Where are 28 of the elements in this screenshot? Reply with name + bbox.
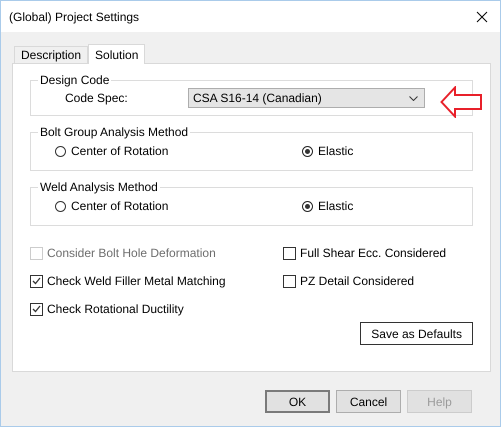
checkbox[interactable]: PZ Detail Considered [283, 274, 473, 288]
checkbox[interactable]: Check Rotational Ductility [30, 302, 283, 316]
dialog-button[interactable]: OK [265, 390, 330, 413]
group-title: Weld Analysis Method [39, 180, 159, 194]
radio-button[interactable] [55, 146, 66, 156]
arrow-left-icon [440, 86, 483, 118]
group-title: Bolt Group Analysis Method [39, 125, 190, 139]
save-defaults-button[interactable]: Save as Defaults [360, 322, 473, 345]
close-icon[interactable] [476, 10, 488, 22]
radio-label[interactable]: Elastic [318, 199, 354, 213]
dialog-button[interactable]: Cancel [336, 390, 401, 413]
checkbox[interactable]: Full Shear Ecc. Considered [283, 246, 473, 260]
window-title: (Global) Project Settings [9, 10, 140, 24]
group-title: Design Code [39, 73, 110, 87]
tab[interactable]: Description [14, 46, 88, 63]
radio-button[interactable] [55, 200, 66, 212]
checkmark-icon [32, 305, 41, 313]
code-spec-dropdown[interactable]: CSA S16-14 (Canadian) [188, 88, 425, 108]
radio-button[interactable] [302, 146, 313, 156]
radio-label[interactable]: Elastic [318, 144, 354, 158]
field-label: Code Spec: [65, 91, 129, 105]
checkmark-icon [32, 277, 41, 285]
tab[interactable]: Solution [88, 44, 146, 64]
radio-label[interactable]: Center of Rotation [71, 199, 168, 213]
chevron-down-icon [409, 96, 418, 100]
radio-button[interactable] [302, 200, 313, 212]
radio-label[interactable]: Center of Rotation [71, 144, 168, 158]
checkbox[interactable]: Check Weld Filler Metal Matching [30, 274, 283, 288]
